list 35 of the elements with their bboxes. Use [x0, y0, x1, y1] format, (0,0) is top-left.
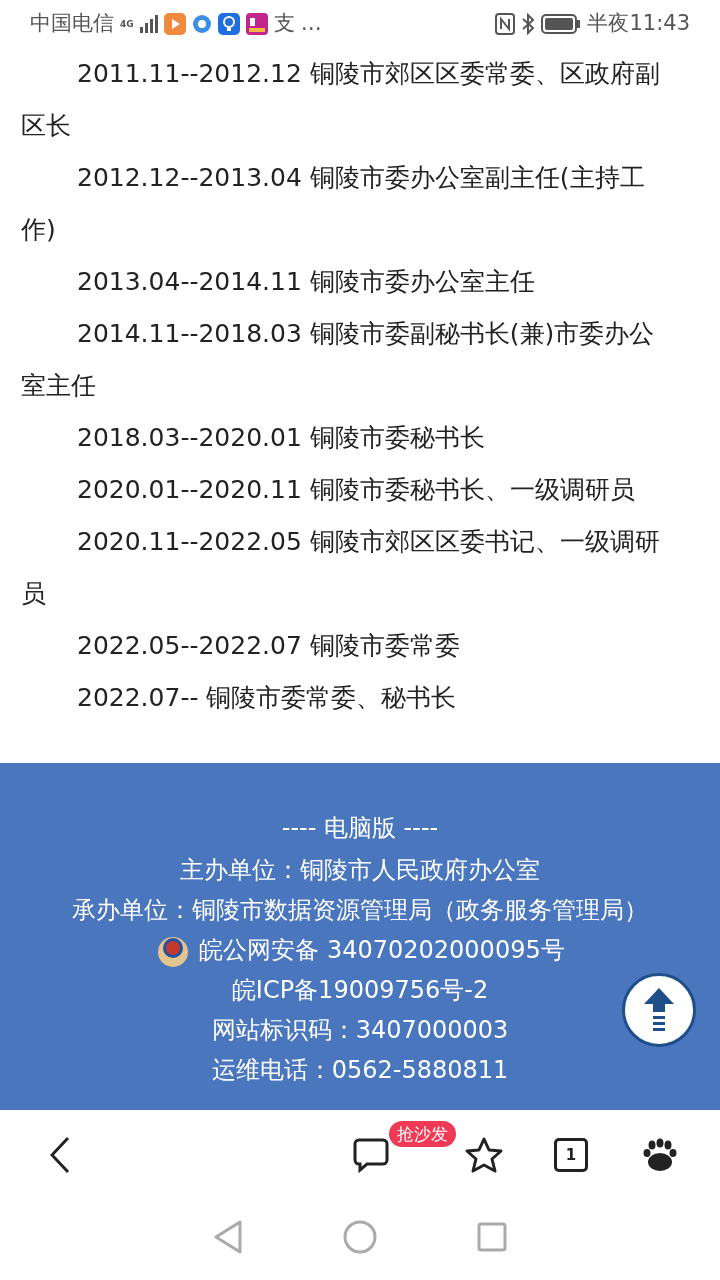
career-entry: 2013.04--2014.11 铜陵市委办公室主任 [76, 266, 536, 298]
footer-info-line: 承办单位：铜陵市数据资源管理局（政务服务管理局） [72, 895, 648, 926]
footer-info-line: 皖ICP备19009756号-2 [231, 975, 489, 1006]
clock-time: 半夜11:43 [587, 10, 690, 38]
bluetooth-icon [521, 13, 536, 35]
footer-info-line: 主办单位：铜陵市人民政府办公室 [180, 855, 540, 886]
paw-icon [643, 1138, 677, 1172]
comment-badge: 抢沙发 [389, 1121, 456, 1147]
career-entry: 2022.07-- 铜陵市委常委、秘书长 [76, 682, 458, 714]
tabs-button[interactable]: 1 [554, 1138, 588, 1172]
arrow-up-icon [644, 988, 674, 1032]
career-entry: 2020.11--2022.05 铜陵市郊区区委书记、一级调研员 [21, 526, 661, 610]
nfc-icon [495, 13, 516, 35]
career-entry: 2014.11--2018.03 铜陵市委副秘书长(兼)市委办公室主任 [21, 318, 656, 402]
more-notifications: … [300, 10, 322, 38]
desktop-version-link[interactable]: ---- 电脑版 ---- [281, 808, 439, 848]
carrier-name: 中国电信 [30, 10, 114, 38]
career-entry: 2012.12--2013.04 铜陵市委办公室副主任(主持工作) [21, 162, 646, 246]
career-entry: 2018.03--2020.01 铜陵市委秘书长 [76, 422, 486, 454]
footer-info-line: 运维电话：0562-5880811 [211, 1055, 509, 1086]
network-type: 4G [120, 19, 134, 29]
comment-button[interactable] [353, 1137, 389, 1173]
career-entry: 2022.05--2022.07 铜陵市委常委 [76, 630, 461, 662]
app-glyph: 支 [273, 10, 295, 38]
security-record-text[interactable]: 皖公网安备 34070202000095号 [199, 930, 565, 970]
signal-icon [139, 15, 158, 33]
speech-bubble-icon [353, 1137, 389, 1173]
star-icon [465, 1137, 503, 1173]
footer-info-line: 网站标识码：3407000003 [211, 1015, 509, 1046]
career-entry: 2020.01--2020.11 铜陵市委秘书长、一级调研员 [76, 474, 636, 506]
battery-icon [541, 14, 582, 34]
bulb-app-icon [217, 13, 240, 35]
career-entry: 2011.11--2012.12 铜陵市郊区区委常委、区政府副区长 [21, 58, 661, 142]
video-app-icon [163, 13, 186, 35]
chevron-left-icon [50, 1136, 70, 1174]
